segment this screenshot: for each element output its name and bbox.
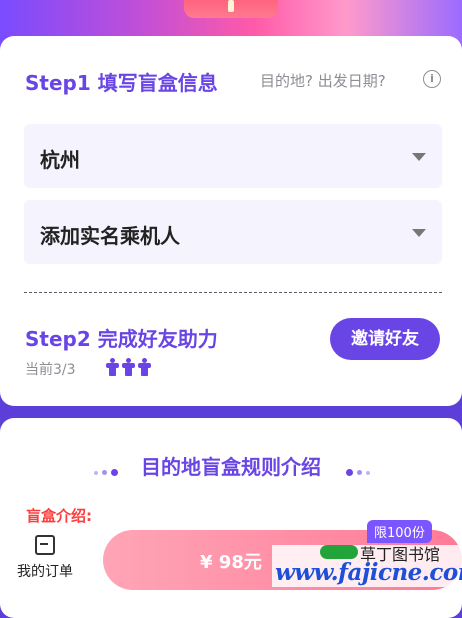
destination-value: 杭州 — [40, 148, 80, 172]
exclamation-icon — [228, 0, 234, 12]
orders-label: 我的订单 — [17, 564, 73, 580]
helper-icons — [106, 358, 154, 376]
person-icon — [106, 358, 119, 376]
intro-heading: 盲盒介绍: — [26, 507, 92, 525]
rules-title: 目的地盲盒规则介绍 — [141, 455, 321, 479]
step2-title: Step2 完成好友助力 — [25, 327, 218, 351]
divider — [24, 292, 442, 293]
chevron-down-icon — [412, 229, 426, 237]
person-icon — [122, 358, 135, 376]
my-orders-button[interactable]: 我的订单 — [10, 535, 80, 581]
watermark-logo — [320, 545, 358, 559]
passenger-select[interactable]: 添加实名乘机人 — [24, 200, 442, 264]
orders-icon — [35, 535, 55, 555]
limit-badge: 限100份 — [367, 520, 432, 543]
passenger-value: 添加实名乘机人 — [40, 224, 180, 248]
watermark-url: www.fajicne.com — [275, 559, 462, 586]
helper-progress: 当前3/3 — [25, 362, 76, 378]
person-icon — [138, 358, 151, 376]
step1-title: Step1 填写盲盒信息 — [25, 71, 218, 95]
invite-friends-button[interactable]: 邀请好友 — [330, 318, 440, 360]
gift-box-graphic — [184, 0, 278, 18]
info-icon[interactable]: i — [423, 70, 441, 88]
chevron-down-icon — [412, 153, 426, 161]
step1-hint: 目的地? 出发日期? — [260, 72, 386, 90]
price-label: ¥ 98元 — [200, 552, 262, 573]
decorative-dots-right — [344, 462, 372, 476]
destination-select[interactable]: 杭州 — [24, 124, 442, 188]
